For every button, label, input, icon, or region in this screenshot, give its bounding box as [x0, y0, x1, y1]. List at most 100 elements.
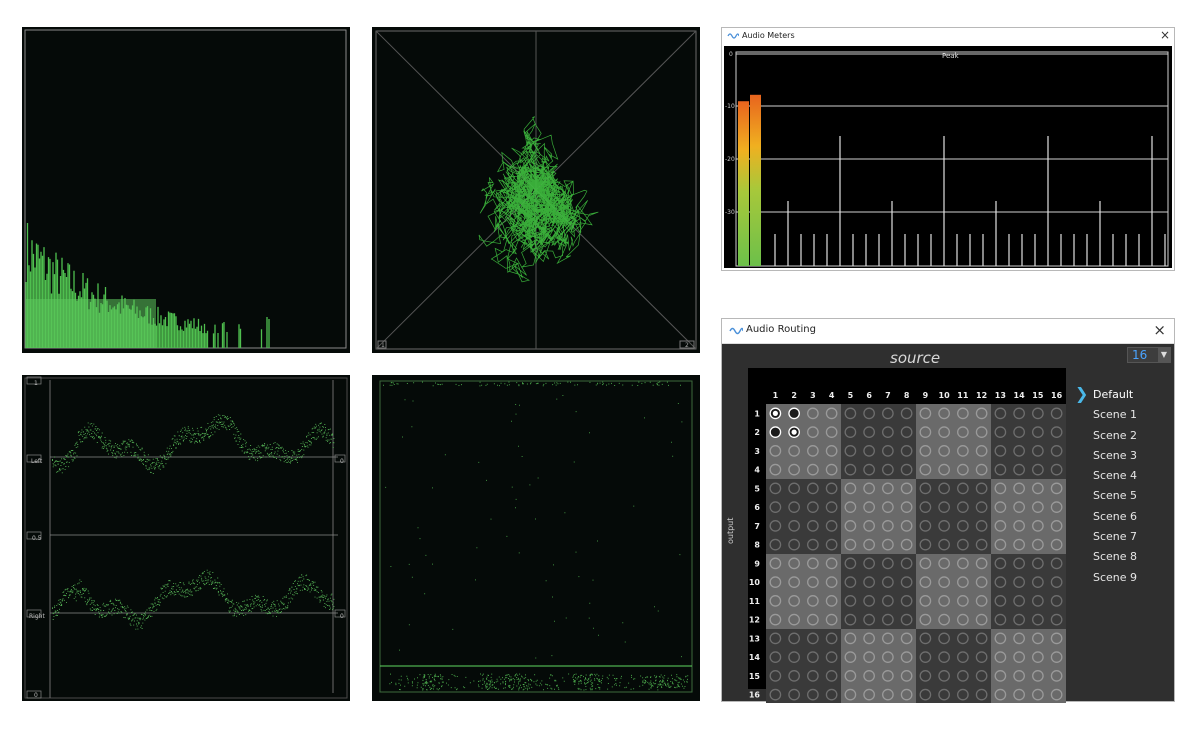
routing-row-header: 3: [754, 447, 760, 456]
routing-row-header: 11: [749, 597, 761, 606]
scatter-chart: [379, 380, 693, 693]
routing-row-header: 7: [754, 522, 760, 531]
dual-trace-label-box-3: [26, 609, 42, 618]
dual-trace-label-box-1: [26, 454, 42, 463]
routing-column-header: 11: [957, 391, 969, 400]
routing-column-header: 7: [885, 391, 891, 400]
routing-column-header: 5: [848, 391, 854, 400]
audio-meters-window: Audio Meters × Peak 0 -10 -20 -30: [721, 27, 1175, 271]
routing-block-0-3: [991, 404, 1066, 479]
spectrum-fill: [26, 299, 156, 348]
routing-block-3-0: [766, 629, 841, 703]
routing-block-2-3: [991, 554, 1066, 629]
dual-trace-chart: [24, 376, 348, 699]
routing-block-2-1: [841, 554, 916, 629]
routing-column-header: 1: [773, 391, 779, 400]
app-logo-icon: [729, 327, 743, 335]
dual-trace-frame: [24, 377, 348, 699]
routing-cell-dot: [772, 410, 778, 416]
scene-item[interactable]: Default: [1093, 385, 1173, 405]
vectorscope-panel: 1 2: [372, 27, 700, 353]
routing-block-2-2: [916, 554, 991, 629]
routing-row-header: 14: [749, 653, 761, 662]
routing-column-header: 9: [923, 391, 929, 400]
routing-row-header: 9: [754, 559, 760, 568]
routing-row-header: 15: [749, 672, 761, 681]
routing-column-header: 3: [810, 391, 816, 400]
routing-block-3-3: [991, 629, 1066, 703]
scene-item[interactable]: Scene 9: [1093, 568, 1173, 588]
routing-row-header: 1: [754, 409, 760, 418]
routing-row-header: 13: [749, 634, 760, 643]
routing-column-header: 10: [939, 391, 951, 400]
routing-row-header: 8: [754, 541, 760, 550]
scene-item[interactable]: Scene 4: [1093, 466, 1173, 486]
routing-column-header: 4: [829, 391, 835, 400]
routing-column-header: 14: [1014, 391, 1026, 400]
scene-list: Default Scene 1 Scene 2 Scene 3 Scene 4 Scene…: [1093, 385, 1173, 588]
routing-cell[interactable]: [769, 426, 782, 438]
spectrum-panel: [22, 27, 350, 353]
dual-trace-label-box-6: [334, 609, 346, 618]
routing-row-header: 5: [754, 484, 760, 493]
audio-routing-titlebar[interactable]: Audio Routing ×: [722, 319, 1174, 344]
routing-row-header: 6: [754, 503, 760, 512]
routing-column-header: 15: [1032, 391, 1044, 400]
scatter-frame: [379, 380, 693, 693]
audio-meters-titlebar[interactable]: Audio Meters ×: [722, 28, 1174, 45]
meter-bar-2: [750, 94, 761, 266]
scene-item[interactable]: Scene 3: [1093, 446, 1173, 466]
routing-row-header: 10: [749, 578, 761, 587]
scene-item[interactable]: Scene 1: [1093, 405, 1173, 425]
dual-trace-points: [52, 414, 335, 630]
vectorscope-chart: 1 2: [375, 30, 697, 350]
scene-item[interactable]: Scene 6: [1093, 507, 1173, 527]
routing-row-header: 16: [749, 691, 761, 700]
routing-block-0-2: [916, 404, 991, 479]
dual-trace-label-box-4: [26, 690, 42, 699]
meter-bar-1: [738, 101, 749, 266]
routing-block-3-2: [916, 629, 991, 703]
meter-scale-label-10: -10: [725, 103, 735, 110]
dual-trace-label-box-2: [26, 531, 42, 540]
audio-routing-title: Audio Routing: [746, 324, 816, 335]
routing-column-header: 13: [995, 391, 1006, 400]
scene-item[interactable]: Scene 5: [1093, 486, 1173, 506]
audio-meters-title: Audio Meters: [742, 31, 795, 40]
scatter-panel: [372, 375, 700, 701]
scene-item[interactable]: Scene 7: [1093, 527, 1173, 547]
routing-block-1-2: [916, 479, 991, 554]
routing-body: source 16 ▼ 1 2 3 4 5 6 7 8 9 10 11 12 13 14 15 16 1 2 3 4 5…: [722, 344, 1174, 703]
routing-row-header: 4: [754, 466, 760, 475]
routing-block-0-1: [841, 404, 916, 479]
peak-label: Peak: [942, 52, 959, 60]
close-icon[interactable]: ×: [1160, 28, 1170, 42]
routing-column-header: 12: [976, 391, 987, 400]
dual-trace-label-box-5: [334, 454, 346, 463]
routing-column-header: 16: [1051, 391, 1063, 400]
routing-cell[interactable]: [788, 407, 800, 420]
routing-cell-dot: [791, 429, 797, 435]
meters-chart: [735, 51, 1169, 267]
spectrum-chart: [24, 29, 347, 349]
routing-block-3-1: [841, 629, 916, 703]
dual-trace-panel: 1 Left 0.5 Right 0 0 0: [22, 375, 350, 701]
routing-block-1-3: [991, 479, 1066, 554]
routing-block-1-0: [766, 479, 841, 554]
routing-block-1-1: [841, 479, 916, 554]
routing-column-header: 8: [904, 391, 910, 400]
meter-scale-label-30: -30: [725, 209, 735, 216]
scene-item[interactable]: Scene 8: [1093, 547, 1173, 567]
app-logo-icon: [727, 33, 739, 39]
output-label: output: [726, 517, 735, 544]
scene-item[interactable]: Scene 2: [1093, 426, 1173, 446]
meter-ticks: [774, 136, 1166, 266]
meters-display: Peak 0 -10 -20 -30: [724, 46, 1172, 268]
routing-column-header: 2: [791, 391, 797, 400]
close-icon[interactable]: ×: [1153, 321, 1166, 339]
vectorscope-trace: [478, 116, 599, 283]
meter-scale-label-20: -20: [725, 156, 735, 163]
audio-routing-window: Audio Routing × source 16 ▼ 1 2 3 4 5 6 7 8 9 10 1…: [721, 318, 1175, 703]
routing-row-header: 2: [754, 428, 760, 437]
routing-block-2-0: [766, 554, 841, 629]
